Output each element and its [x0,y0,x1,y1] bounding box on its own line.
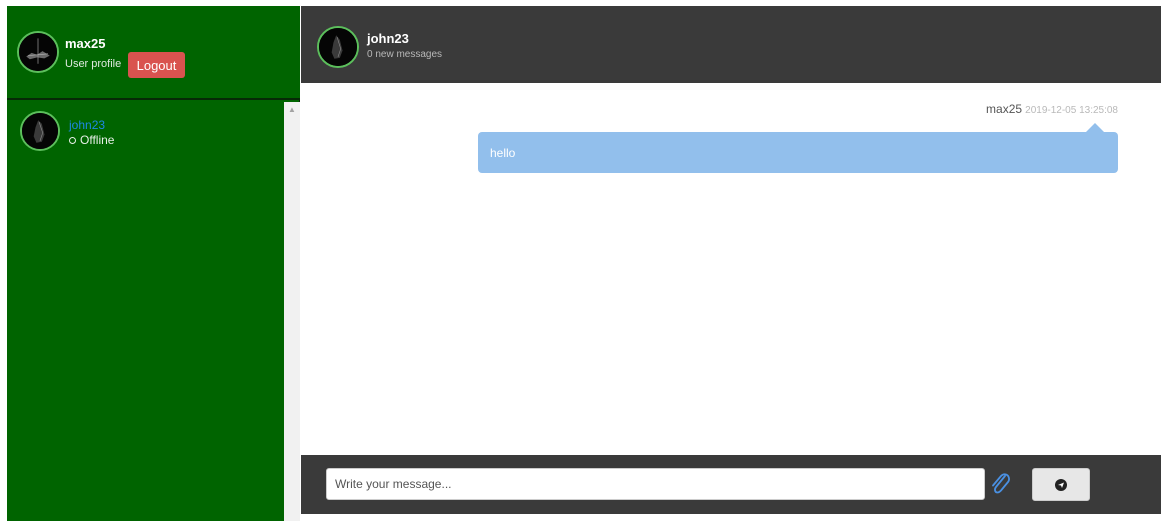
message-meta: max25 2019-12-05 13:25:08 [986,102,1118,116]
contact-item-john23[interactable]: john23 Offline [7,102,284,158]
profile-subtitle[interactable]: User profile [65,58,121,70]
status-circle-icon [69,136,76,144]
bubble-tail [1086,123,1104,132]
composer-bottom-strip [301,514,1161,521]
scroll-up-arrow-icon[interactable]: ▲ [284,102,300,116]
message-input[interactable] [326,468,985,500]
contact-status: Offline [69,133,114,147]
contact-list-scrollbar[interactable]: ▲ [284,102,300,521]
contact-list: john23 Offline [7,102,284,521]
new-messages-count: 0 new messages [367,49,443,60]
send-button[interactable] [1032,468,1090,501]
message-area: max25 2019-12-05 13:25:08 hello [301,83,1161,455]
message-author: max25 [986,102,1023,116]
logout-button[interactable]: Logout [128,52,185,78]
profile-username: max25 [65,36,106,51]
avatar-icon [20,111,60,151]
scroll-thumb[interactable] [287,118,297,519]
send-icon [1055,478,1067,491]
contact-status-label: Offline [80,133,115,147]
avatar-icon[interactable] [17,31,59,73]
message-bubble: hello [478,132,1118,173]
sidebar: max25 User profile Logout john23 Offline [7,6,300,521]
message-composer [301,455,1161,514]
profile-header: max25 User profile Logout [7,6,300,100]
contact-name: john23 [69,118,106,132]
message-timestamp: 2019-12-05 13:25:08 [1025,105,1118,116]
avatar-icon [317,26,359,68]
chat-app: max25 User profile Logout john23 Offline [0,0,1161,521]
paperclip-icon[interactable] [987,469,1013,499]
chat-contact-name: john23 [367,31,409,46]
chat-header: john23 0 new messages [301,6,1161,83]
